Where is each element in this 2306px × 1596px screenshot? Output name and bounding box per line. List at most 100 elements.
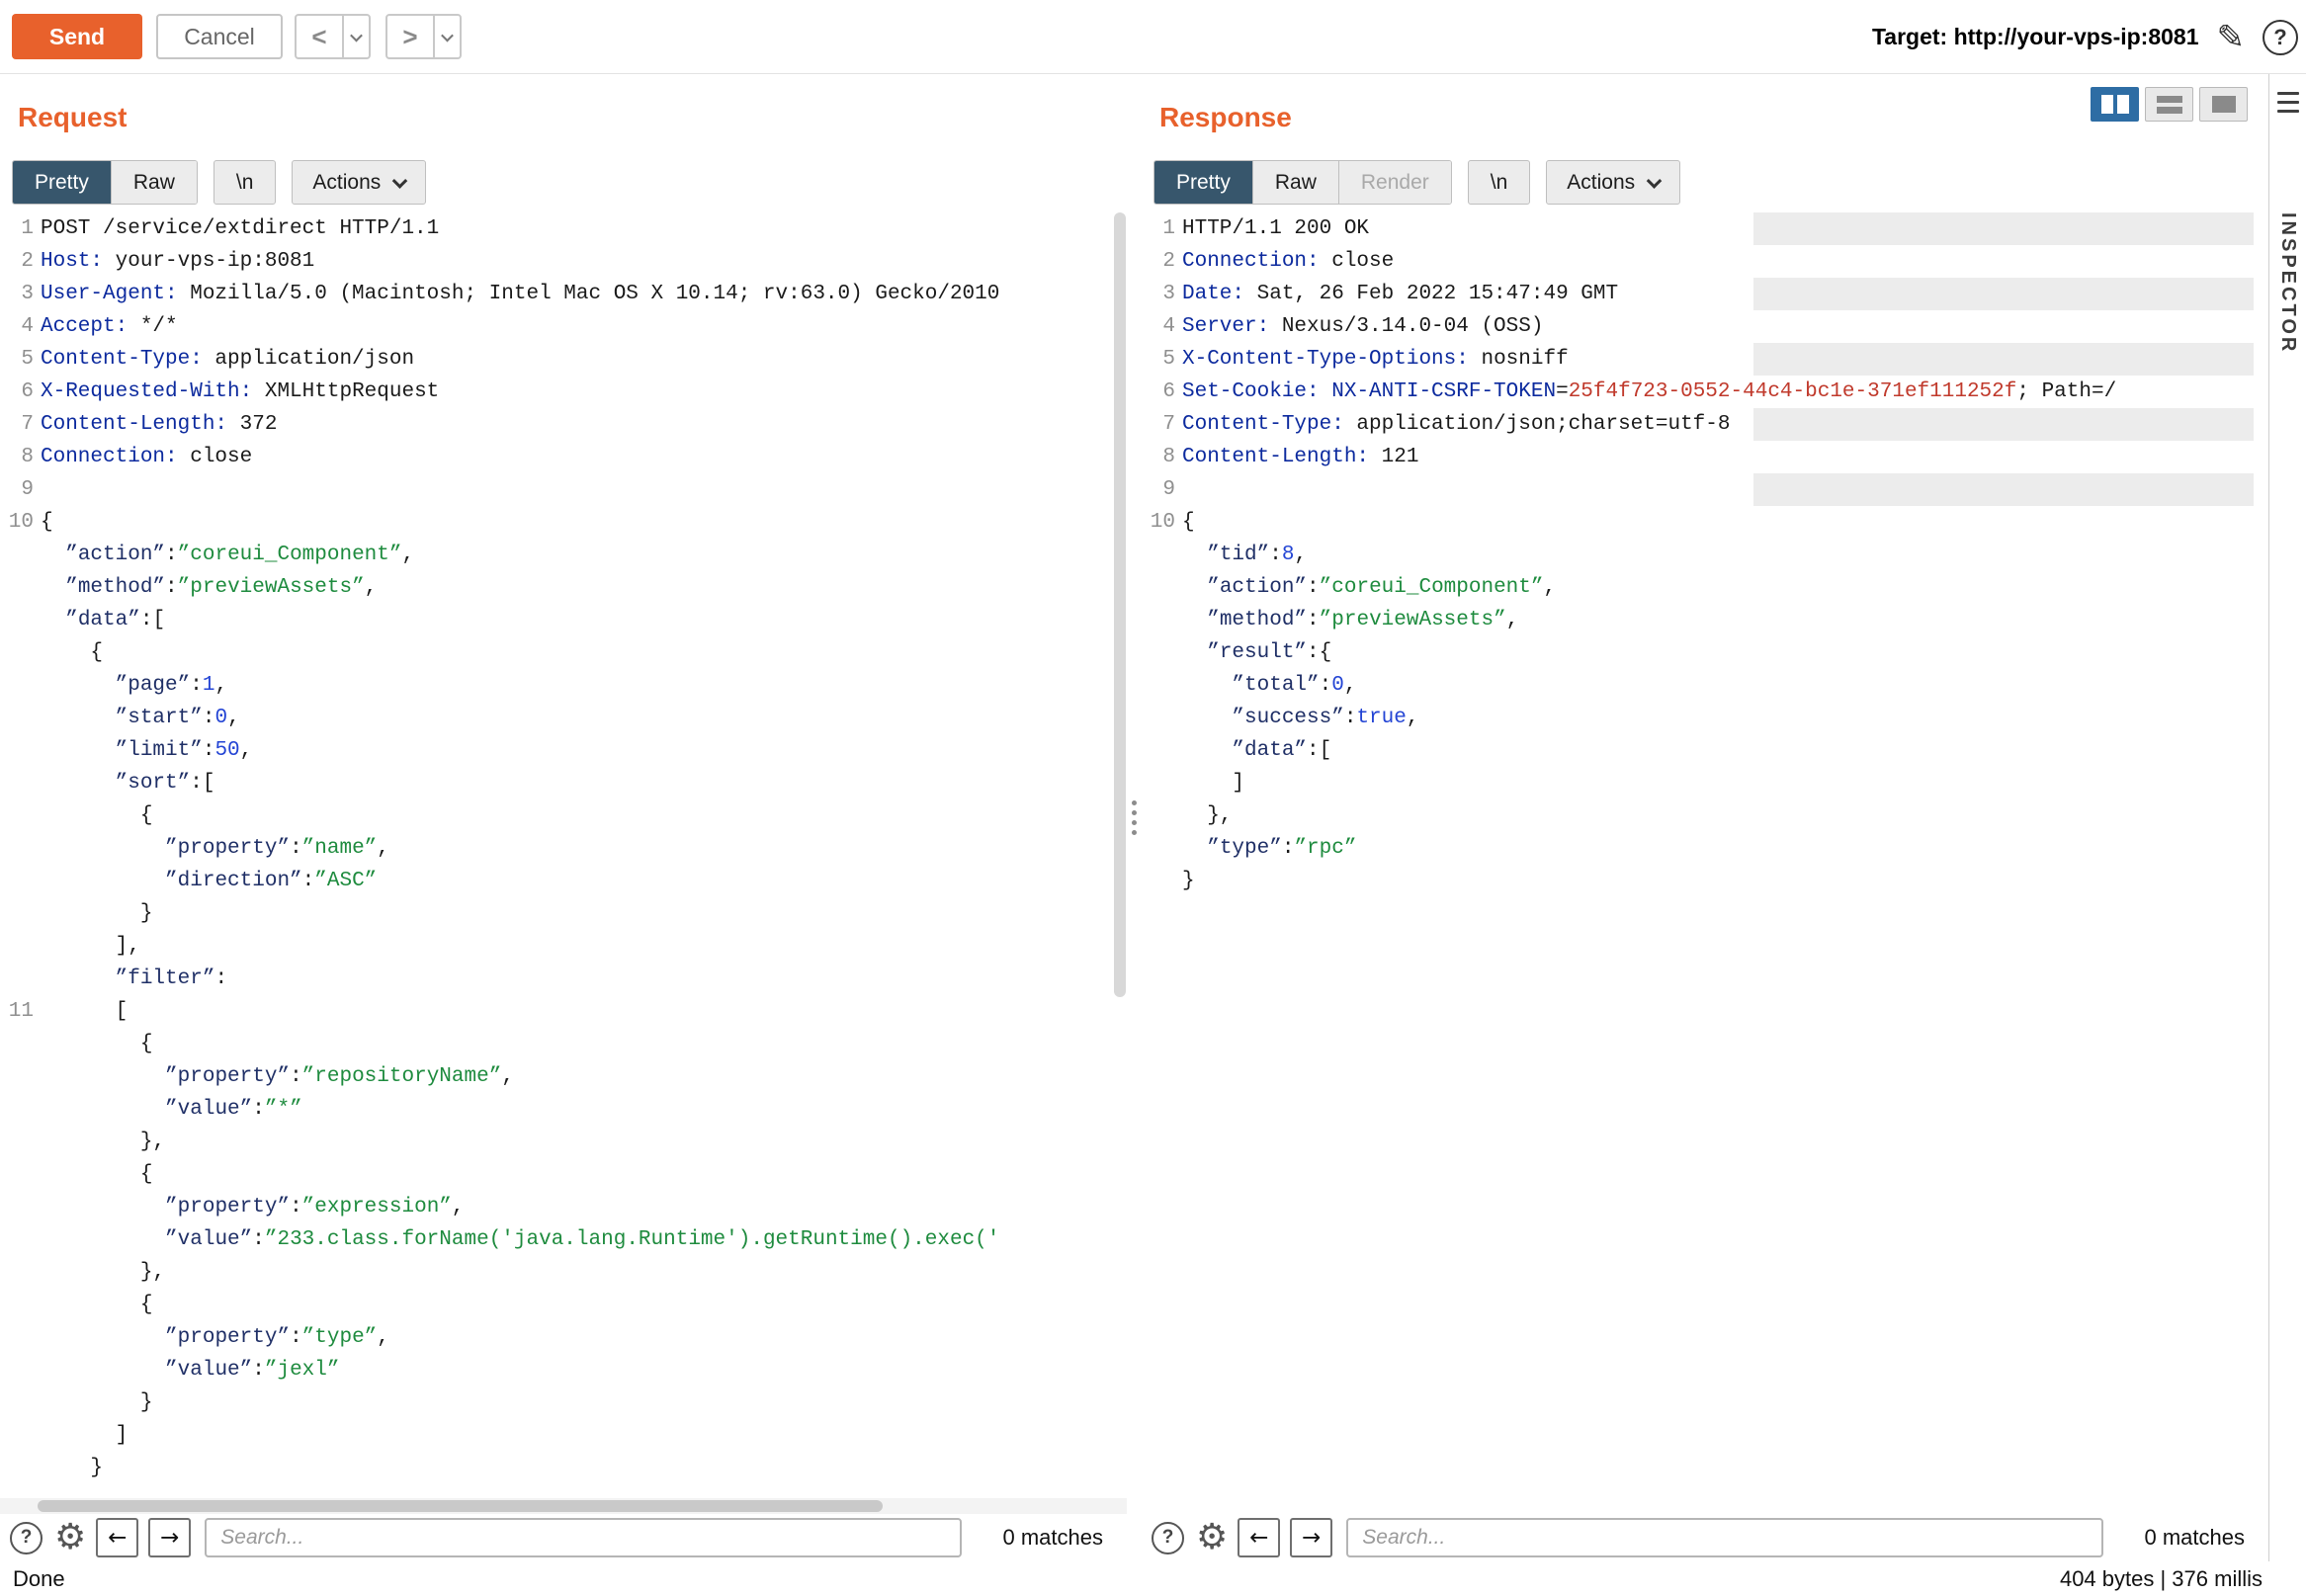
- line-number: 4: [1142, 310, 1175, 343]
- code-line: ”direction”:”ASC”: [0, 865, 1127, 897]
- request-editor[interactable]: 1POST /service/extdirect HTTP/1.12Host: …: [0, 212, 1127, 1514]
- response-tab-newline[interactable]: \n: [1468, 160, 1531, 205]
- code-line: ”property”:”expression”,: [0, 1191, 1127, 1223]
- statusbar: Done 404 bytes | 376 millis: [0, 1561, 2306, 1596]
- scrollbar-thumb[interactable]: [1114, 212, 1126, 997]
- inspector-label[interactable]: INSPECTOR: [2276, 212, 2299, 354]
- code-line: ”action”:”coreui_Component”,: [1142, 571, 2268, 604]
- back-dropdown-button[interactable]: [342, 16, 369, 57]
- code-line: ”property”:”name”,: [0, 832, 1127, 865]
- response-match-count: 0 matches: [2145, 1525, 2246, 1551]
- request-actions-button[interactable]: Actions: [292, 160, 426, 205]
- response-search-prev-button[interactable]: ←: [1238, 1518, 1280, 1557]
- line-number: 3: [0, 278, 34, 310]
- code-line: {: [0, 1289, 1127, 1321]
- code-line: ],: [0, 930, 1127, 963]
- chevron-down-icon: [350, 29, 363, 42]
- code-line: }: [0, 1452, 1127, 1484]
- forward-arrow-label[interactable]: >: [387, 16, 433, 57]
- code-line: 5Content-Type: application/json: [0, 343, 1127, 376]
- code-line: ]: [1142, 767, 2268, 799]
- request-match-count: 0 matches: [1003, 1525, 1104, 1551]
- response-search-settings-icon[interactable]: ⚙: [1196, 1520, 1228, 1555]
- single-pane-icon: [2212, 96, 2236, 113]
- request-vertical-scrollbar[interactable]: [1114, 212, 1126, 1477]
- request-horizontal-scrollbar[interactable]: [0, 1498, 1127, 1514]
- code-line: ”data”:[: [1142, 734, 2268, 767]
- line-number: 1: [1142, 212, 1175, 245]
- code-line: 9: [1142, 473, 2268, 506]
- repeater-window: Send Cancel < > Target: http://your-vps-…: [0, 0, 2306, 1596]
- request-search-input[interactable]: [205, 1518, 962, 1557]
- code-line: ”type”:”rpc”: [1142, 832, 2268, 865]
- code-line: ”start”:0,: [0, 702, 1127, 734]
- code-line: 4Server: Nexus/3.14.0-04 (OSS): [1142, 310, 2268, 343]
- code-line: ”result”:{: [1142, 636, 2268, 669]
- response-tab-pretty[interactable]: Pretty: [1154, 161, 1252, 204]
- request-search-help-icon[interactable]: ?: [10, 1522, 43, 1554]
- code-line: 5X-Content-Type-Options: nosniff: [1142, 343, 2268, 376]
- menu-icon[interactable]: [2277, 92, 2299, 113]
- cancel-button[interactable]: Cancel: [156, 14, 283, 59]
- code-line: ”value”:”*”: [0, 1093, 1127, 1126]
- splitter-grip-icon: [1132, 800, 1137, 835]
- request-search-prev-button[interactable]: ←: [96, 1518, 138, 1557]
- request-tab-newline[interactable]: \n: [214, 160, 277, 205]
- history-forward-button[interactable]: >: [385, 14, 462, 59]
- panel-splitter[interactable]: [1127, 74, 1142, 1561]
- history-back-button[interactable]: <: [295, 14, 371, 59]
- code-line: ”sort”:[: [0, 767, 1127, 799]
- response-actions-button[interactable]: Actions: [1546, 160, 1680, 205]
- line-number: 10: [0, 506, 34, 539]
- response-editor[interactable]: 1HTTP/1.1 200 OK2Connection: close3Date:…: [1142, 212, 2268, 1514]
- code-line: ]: [0, 1419, 1127, 1452]
- layout-rows-button[interactable]: [2145, 87, 2193, 122]
- code-line: 4Accept: */*: [0, 310, 1127, 343]
- response-tab-raw[interactable]: Raw: [1252, 161, 1338, 204]
- help-icon[interactable]: ?: [2263, 20, 2298, 55]
- response-search-input[interactable]: [1346, 1518, 2103, 1557]
- layout-columns-button[interactable]: [2091, 87, 2139, 122]
- chevron-down-icon: [1647, 173, 1663, 189]
- code-line: ”limit”:50,: [0, 734, 1127, 767]
- line-number: 6: [1142, 376, 1175, 408]
- layout-single-button[interactable]: [2199, 87, 2248, 122]
- response-code: 1HTTP/1.1 200 OK2Connection: close3Date:…: [1142, 212, 2268, 897]
- forward-dropdown-button[interactable]: [433, 16, 460, 57]
- response-title: Response: [1159, 102, 1292, 133]
- code-line: }: [1142, 865, 2268, 897]
- chevron-down-icon: [392, 173, 408, 189]
- response-metrics: 404 bytes | 376 millis: [2060, 1566, 2263, 1592]
- request-actions-label: Actions: [312, 171, 381, 195]
- request-search-settings-icon[interactable]: ⚙: [54, 1520, 86, 1555]
- code-line: 10{: [0, 506, 1127, 539]
- line-number: 5: [0, 343, 34, 376]
- response-tabs: Pretty Raw Render \n Actions: [1153, 160, 1680, 205]
- response-tab-render[interactable]: Render: [1338, 161, 1451, 204]
- request-tab-pretty[interactable]: Pretty: [13, 161, 111, 204]
- code-line: ”property”:”type”,: [0, 1321, 1127, 1354]
- scrollbar-thumb[interactable]: [38, 1500, 883, 1512]
- request-search-next-button[interactable]: →: [148, 1518, 191, 1557]
- code-line: 2Connection: close: [1142, 245, 2268, 278]
- response-search-help-icon[interactable]: ?: [1152, 1522, 1184, 1554]
- request-tab-group: Pretty Raw: [12, 160, 198, 205]
- code-line: ”method”:”previewAssets”,: [0, 571, 1127, 604]
- edit-target-icon[interactable]: ✎: [2217, 18, 2246, 57]
- code-line: 1HTTP/1.1 200 OK: [1142, 212, 2268, 245]
- request-tab-raw[interactable]: Raw: [111, 161, 197, 204]
- back-arrow-label[interactable]: <: [297, 16, 342, 57]
- line-number: 11: [0, 995, 34, 1028]
- code-line: 3User-Agent: Mozilla/5.0 (Macintosh; Int…: [0, 278, 1127, 310]
- code-line: }: [0, 897, 1127, 930]
- send-button[interactable]: Send: [12, 14, 142, 59]
- code-line: 11 [: [0, 995, 1127, 1028]
- toolbar: Send Cancel < > Target: http://your-vps-…: [0, 0, 2306, 74]
- line-number: 3: [1142, 278, 1175, 310]
- code-line: 10{: [1142, 506, 2268, 539]
- code-line: {: [0, 1158, 1127, 1191]
- code-line: },: [0, 1126, 1127, 1158]
- response-search-next-button[interactable]: →: [1290, 1518, 1332, 1557]
- code-line: ”tid”:8,: [1142, 539, 2268, 571]
- code-line: ”total”:0,: [1142, 669, 2268, 702]
